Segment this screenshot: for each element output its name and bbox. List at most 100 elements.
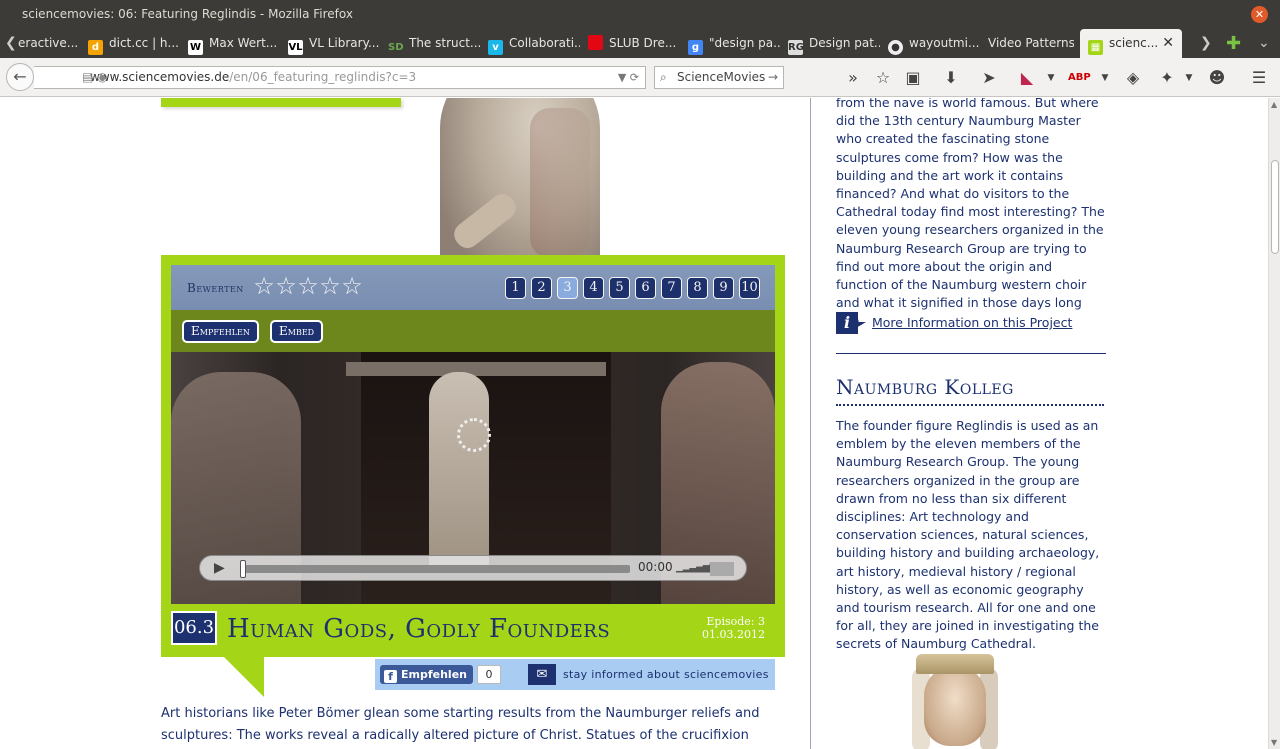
tab-8[interactable]: RG Design pat... bbox=[788, 29, 880, 58]
sidebar-divider bbox=[810, 98, 811, 749]
part-pager: 1 2 3 4 5 6 7 8 9 10 bbox=[505, 276, 765, 299]
video-player[interactable]: ▶ 00:00 ▁▂▃▄▅▆ Bewerten ☆☆☆☆☆ 1234567891… bbox=[171, 265, 775, 604]
researchgate-icon: RG bbox=[788, 40, 804, 55]
facebook-count: 0 bbox=[477, 665, 501, 684]
tab-1[interactable]: d dict.cc | h... bbox=[88, 29, 180, 58]
article-text: Art historians like Peter Bömer glean so… bbox=[161, 706, 760, 743]
sidebar-heading: Naumburg Kolleg bbox=[836, 374, 1104, 406]
close-icon: ✕ bbox=[1254, 8, 1265, 21]
extension-dropdown-icon[interactable]: ▼ bbox=[1178, 67, 1200, 89]
new-tab-icon[interactable]: ✚ bbox=[1226, 29, 1241, 58]
tab-scroll-left-icon[interactable]: ❮ bbox=[5, 29, 17, 58]
star-icon[interactable]: ☆ bbox=[253, 273, 275, 299]
callout-tail bbox=[224, 657, 264, 697]
rating-label: Bewerten bbox=[187, 281, 244, 295]
page-button-10[interactable]: 10 bbox=[739, 277, 760, 299]
statue-image bbox=[410, 98, 640, 256]
tab-active[interactable]: ▦ scienc... ✕ bbox=[1080, 29, 1182, 58]
recommend-button[interactable]: Empfehlen bbox=[182, 320, 259, 343]
vimeo-icon: v bbox=[488, 40, 503, 55]
star-icon[interactable]: ☆ bbox=[341, 273, 363, 299]
send-icon[interactable]: ➤ bbox=[978, 67, 1000, 89]
scroll-up-icon[interactable]: ▲ bbox=[1271, 100, 1277, 109]
facebook-icon: f bbox=[384, 670, 397, 683]
page-button-9[interactable]: 9 bbox=[713, 277, 734, 299]
pocket-icon[interactable]: ◈ bbox=[1122, 67, 1144, 89]
search-go-icon[interactable]: → bbox=[768, 67, 778, 88]
window-titlebar: sciencemovies: 06: Featuring Reglindis -… bbox=[0, 0, 1280, 29]
extension-icon[interactable]: ✦ bbox=[1156, 67, 1178, 89]
page-button-4[interactable]: 4 bbox=[583, 277, 604, 299]
star-icon[interactable]: ☆ bbox=[297, 273, 319, 299]
fullscreen-icon[interactable] bbox=[710, 562, 734, 576]
scrollbar-thumb[interactable] bbox=[1271, 160, 1279, 254]
page-button-8[interactable]: 8 bbox=[687, 277, 708, 299]
back-button[interactable]: ← bbox=[6, 63, 34, 91]
video-controls: ▶ 00:00 ▁▂▃▄▅▆ bbox=[199, 555, 747, 581]
seek-handle[interactable] bbox=[240, 560, 246, 578]
stay-informed-link[interactable]: stay informed about sciencemovies bbox=[563, 659, 769, 690]
project-description: from the nave is world famous. But where… bbox=[836, 98, 1105, 328]
downloads-icon[interactable]: ⬇ bbox=[940, 67, 962, 89]
play-icon[interactable]: ▶ bbox=[214, 560, 225, 576]
page-button-1[interactable]: 1 bbox=[505, 277, 526, 299]
more-info-link[interactable]: More Information on this Project bbox=[872, 314, 1072, 332]
tab-5[interactable]: v Collaborati... bbox=[488, 29, 580, 58]
url-dropdown-reload-icons[interactable]: ▼ ⟳ bbox=[618, 67, 639, 88]
video-frame-image[interactable]: ▶ 00:00 ▁▂▃▄▅▆ bbox=[171, 352, 775, 604]
adblock-icon[interactable]: ABP bbox=[1068, 67, 1091, 89]
addon-dropdown-icon[interactable]: ▼ bbox=[1040, 67, 1062, 89]
tab-scroll-right-icon[interactable]: ❯ bbox=[1200, 29, 1212, 58]
hamburger-menu-icon[interactable]: ☰ bbox=[1248, 67, 1270, 89]
video-panel: ▶ 00:00 ▁▂▃▄▅▆ Bewerten ☆☆☆☆☆ 1234567891… bbox=[161, 255, 785, 657]
tab-7[interactable]: g "design pa... bbox=[688, 29, 780, 58]
page-button-3[interactable]: 3 bbox=[557, 277, 578, 299]
page-scrollbar[interactable]: ▲ ▼ bbox=[1268, 98, 1280, 749]
tab-2[interactable]: W Max Wert... bbox=[188, 29, 280, 58]
episode-date: 01.03.2012 bbox=[702, 628, 765, 641]
scroll-down-icon[interactable]: ▼ bbox=[1271, 738, 1277, 747]
site-identity-icon[interactable]: ▤ ◉ bbox=[82, 67, 108, 88]
tab-list-icon[interactable]: ⌄ bbox=[1258, 29, 1270, 58]
episode-title: Human Gods, Godly Founders bbox=[227, 614, 611, 644]
back-arrow-icon: ← bbox=[13, 67, 27, 86]
episode-meta: Episode: 3 01.03.2012 bbox=[702, 615, 765, 641]
facebook-recommend-button[interactable]: f Empfehlen bbox=[380, 665, 473, 684]
seek-bar[interactable] bbox=[242, 565, 630, 573]
window-title: sciencemovies: 06: Featuring Reglindis -… bbox=[22, 7, 353, 21]
navigation-toolbar: ← ▤ ◉ www.sciencemovies.de/en/06_featuri… bbox=[0, 58, 1280, 97]
star-icon[interactable]: ☆ bbox=[319, 273, 341, 299]
bookmark-star-icon[interactable]: ☆ bbox=[872, 67, 894, 89]
page-button-7[interactable]: 7 bbox=[661, 277, 682, 299]
loading-spinner-icon bbox=[457, 418, 491, 452]
mail-icon[interactable]: ✉ bbox=[528, 664, 556, 685]
tab-bar: ❮ eractive... d dict.cc | h... W Max Wert.… bbox=[0, 29, 1280, 58]
page-button-6[interactable]: 6 bbox=[635, 277, 656, 299]
tab-9[interactable]: ● wayoutmi... bbox=[888, 29, 980, 58]
overflow-chevron-icon[interactable]: » bbox=[842, 67, 864, 89]
close-window-button[interactable]: ✕ bbox=[1251, 6, 1268, 23]
url-bar[interactable]: ▤ ◉ www.sciencemovies.de/en/06_featuring… bbox=[34, 66, 646, 89]
url-path: /en/06_featuring_reglindis?c=3 bbox=[229, 70, 417, 84]
search-engine-label: ScienceMovies bbox=[677, 70, 766, 84]
bookmarks-menu-icon[interactable]: ▣ bbox=[902, 67, 924, 89]
search-bar[interactable]: ⌕ ScienceMovies → bbox=[654, 66, 784, 89]
slub-icon bbox=[588, 35, 603, 50]
tab-close-icon[interactable]: ✕ bbox=[1162, 29, 1174, 58]
share-bar: f Empfehlen 0 ✉ stay informed about scien… bbox=[375, 659, 775, 690]
embed-button[interactable]: Embed bbox=[270, 320, 324, 343]
adblock-dropdown-icon[interactable]: ▼ bbox=[1094, 67, 1116, 89]
tab-0[interactable]: eractive... bbox=[18, 29, 82, 58]
star-icon[interactable]: ☆ bbox=[275, 273, 297, 299]
video-action-bar: Empfehlen Embed bbox=[171, 310, 775, 352]
tab-3[interactable]: VL VL Library... bbox=[288, 29, 380, 58]
chat-icon[interactable]: ☻ bbox=[1206, 67, 1228, 89]
tab-4[interactable]: SD The struct... bbox=[388, 29, 480, 58]
tab-6[interactable]: SLUB Dre... bbox=[588, 29, 680, 58]
tab-10[interactable]: Video Patterns bbox=[988, 29, 1074, 58]
page-button-2[interactable]: 2 bbox=[531, 277, 552, 299]
info-icon: i bbox=[836, 312, 866, 334]
url-host: www.sciencemovies.de bbox=[90, 70, 230, 84]
addon-icon[interactable]: ◣ bbox=[1016, 67, 1038, 89]
page-button-5[interactable]: 5 bbox=[609, 277, 630, 299]
